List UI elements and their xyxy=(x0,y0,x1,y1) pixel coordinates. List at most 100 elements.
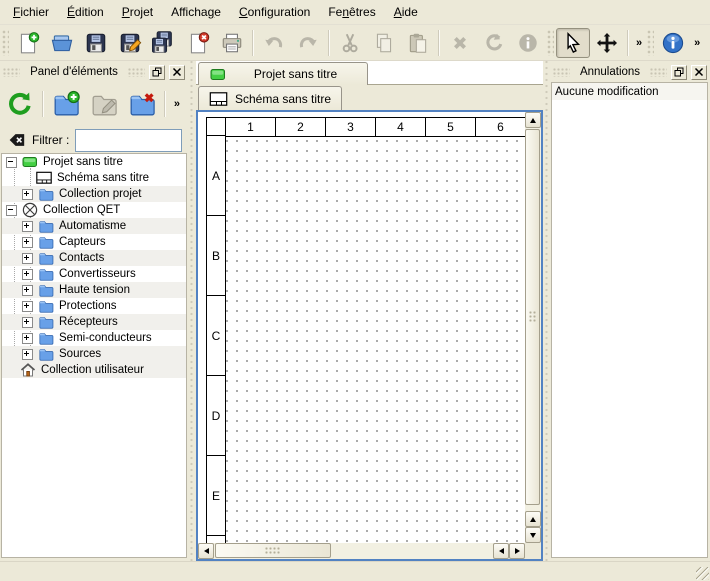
expand-toggle[interactable] xyxy=(22,253,33,264)
menu-projet[interactable]: Projet xyxy=(113,1,162,23)
resize-grip[interactable] xyxy=(696,567,709,580)
filter-input[interactable] xyxy=(75,129,182,152)
folder-icon xyxy=(38,234,54,250)
thumb-grip xyxy=(528,311,537,324)
expand-toggle[interactable] xyxy=(22,269,33,280)
float-dock-button[interactable] xyxy=(149,65,165,80)
reload-collections-button[interactable] xyxy=(1,86,39,122)
new-document-button[interactable] xyxy=(11,28,45,58)
menu-fichier[interactable]: Fichier xyxy=(4,1,58,23)
row-label-column: ABCDE xyxy=(206,136,226,543)
expand-toggle[interactable] xyxy=(22,189,33,200)
tree-item-collection-qet[interactable]: Collection QET xyxy=(2,202,186,218)
tree-item-semi-conducteurs[interactable]: Semi-conducteurs xyxy=(2,330,186,346)
expand-toggle[interactable] xyxy=(22,221,33,232)
close-project-button[interactable] xyxy=(181,28,215,58)
undo-list-item[interactable]: Aucune modification xyxy=(552,83,707,100)
toolbar-drag-handle[interactable] xyxy=(547,30,554,56)
tree-item-sources[interactable]: Sources xyxy=(2,346,186,362)
tree-item-collection-projet[interactable]: Collection projet xyxy=(2,186,186,202)
rotate-button[interactable] xyxy=(477,28,511,58)
menu-aide[interactable]: Aide xyxy=(385,1,427,23)
right-splitter[interactable] xyxy=(543,60,550,562)
tab-schema[interactable]: Schéma sans titre xyxy=(198,86,342,110)
menu-edition[interactable]: Édition xyxy=(58,1,113,23)
edit-category-button[interactable] xyxy=(85,86,123,122)
delete-category-button[interactable] xyxy=(123,86,161,122)
save-all-button[interactable] xyxy=(147,28,181,58)
tab-project[interactable]: Projet sans titre xyxy=(198,62,368,85)
toolbar-overflow-button[interactable]: » xyxy=(632,37,645,49)
doc-new-icon xyxy=(16,31,40,55)
tree-item-schema-sans-titre[interactable]: Schéma sans titre xyxy=(2,170,186,186)
collections-tree: Projet sans titreSchéma sans titreCollec… xyxy=(1,153,187,558)
save-as-button[interactable] xyxy=(113,28,147,58)
tree-item-collection-utilisateur[interactable]: Collection utilisateur xyxy=(2,362,186,378)
copy-button[interactable] xyxy=(367,28,401,58)
tree-item-capteurs[interactable]: Capteurs xyxy=(2,234,186,250)
expand-toggle[interactable] xyxy=(22,301,33,312)
new-category-button[interactable] xyxy=(47,86,85,122)
tree-item-convertisseurs[interactable]: Convertisseurs xyxy=(2,266,186,282)
cut-button[interactable] xyxy=(333,28,367,58)
redo-button[interactable] xyxy=(291,28,325,58)
elements-panel-title: Panel d'éléments xyxy=(24,66,124,78)
folder-icon xyxy=(38,218,54,234)
menu-affichage[interactable]: Affichage xyxy=(162,1,230,23)
scroll-down-button[interactable] xyxy=(525,527,541,543)
undo-panel-titlebar: Annulations xyxy=(553,63,707,81)
expand-toggle[interactable] xyxy=(22,333,33,344)
expand-toggle[interactable] xyxy=(22,317,33,328)
tree-item-haute-tension[interactable]: Haute tension xyxy=(2,282,186,298)
scroll-left-button[interactable] xyxy=(198,543,214,559)
scroll-right-button[interactable] xyxy=(509,543,525,559)
save-button[interactable] xyxy=(79,28,113,58)
collapse-toggle[interactable] xyxy=(6,205,17,216)
tree-item-automatisme[interactable]: Automatisme xyxy=(2,218,186,234)
vertical-scroll-thumb[interactable] xyxy=(525,129,540,505)
horizontal-scroll-thumb[interactable] xyxy=(215,543,331,558)
move-tool-button[interactable] xyxy=(590,28,624,58)
tree-item-protections[interactable]: Protections xyxy=(2,298,186,314)
toolbar-drag-handle[interactable] xyxy=(2,30,9,56)
scroll-left-button-2[interactable] xyxy=(493,543,509,559)
undo-button[interactable] xyxy=(257,28,291,58)
toolbar-separator xyxy=(328,30,330,56)
scroll-up-button[interactable] xyxy=(525,112,541,128)
left-splitter[interactable] xyxy=(188,60,196,562)
filter-label: Filtrer : xyxy=(32,133,69,147)
triangle-up-icon xyxy=(530,517,536,522)
float-dock-button[interactable] xyxy=(671,65,687,80)
paste-icon xyxy=(406,31,430,55)
delete-button[interactable] xyxy=(443,28,477,58)
row-label-D: D xyxy=(206,375,226,456)
folder-icon xyxy=(38,266,54,282)
about-button[interactable] xyxy=(656,28,690,58)
expand-toggle[interactable] xyxy=(22,237,33,248)
vertical-scrollbar[interactable] xyxy=(525,112,541,543)
expand-toggle[interactable] xyxy=(22,285,33,296)
paste-button[interactable] xyxy=(401,28,435,58)
toolbar-drag-handle[interactable] xyxy=(647,30,654,56)
diagram-canvas[interactable]: 123456 ABCDE xyxy=(198,112,525,543)
scroll-up-button-2[interactable] xyxy=(525,511,541,527)
save-icon xyxy=(84,31,108,55)
tree-item-recepteurs[interactable]: Récepteurs xyxy=(2,314,186,330)
expand-toggle[interactable] xyxy=(22,349,33,360)
print-button[interactable] xyxy=(215,28,249,58)
close-dock-button[interactable] xyxy=(691,65,707,80)
properties-button[interactable] xyxy=(511,28,545,58)
open-project-button[interactable] xyxy=(45,28,79,58)
close-dock-button[interactable] xyxy=(169,65,185,80)
tree-item-projet-sans-titre[interactable]: Projet sans titre xyxy=(2,154,186,170)
toolbar-overflow-button[interactable]: » xyxy=(690,37,703,49)
clear-filter-icon[interactable] xyxy=(6,130,26,150)
tree-item-contacts[interactable]: Contacts xyxy=(2,250,186,266)
collapse-toggle[interactable] xyxy=(6,157,17,168)
tree-item-label: Automatisme xyxy=(59,220,126,232)
menu-fenetres[interactable]: Fenêtres xyxy=(319,1,384,23)
panel-toolbar-overflow-button[interactable]: » xyxy=(170,98,187,110)
menu-configuration[interactable]: Configuration xyxy=(230,1,319,23)
horizontal-scrollbar[interactable] xyxy=(198,543,525,559)
select-tool-button[interactable] xyxy=(556,28,590,58)
